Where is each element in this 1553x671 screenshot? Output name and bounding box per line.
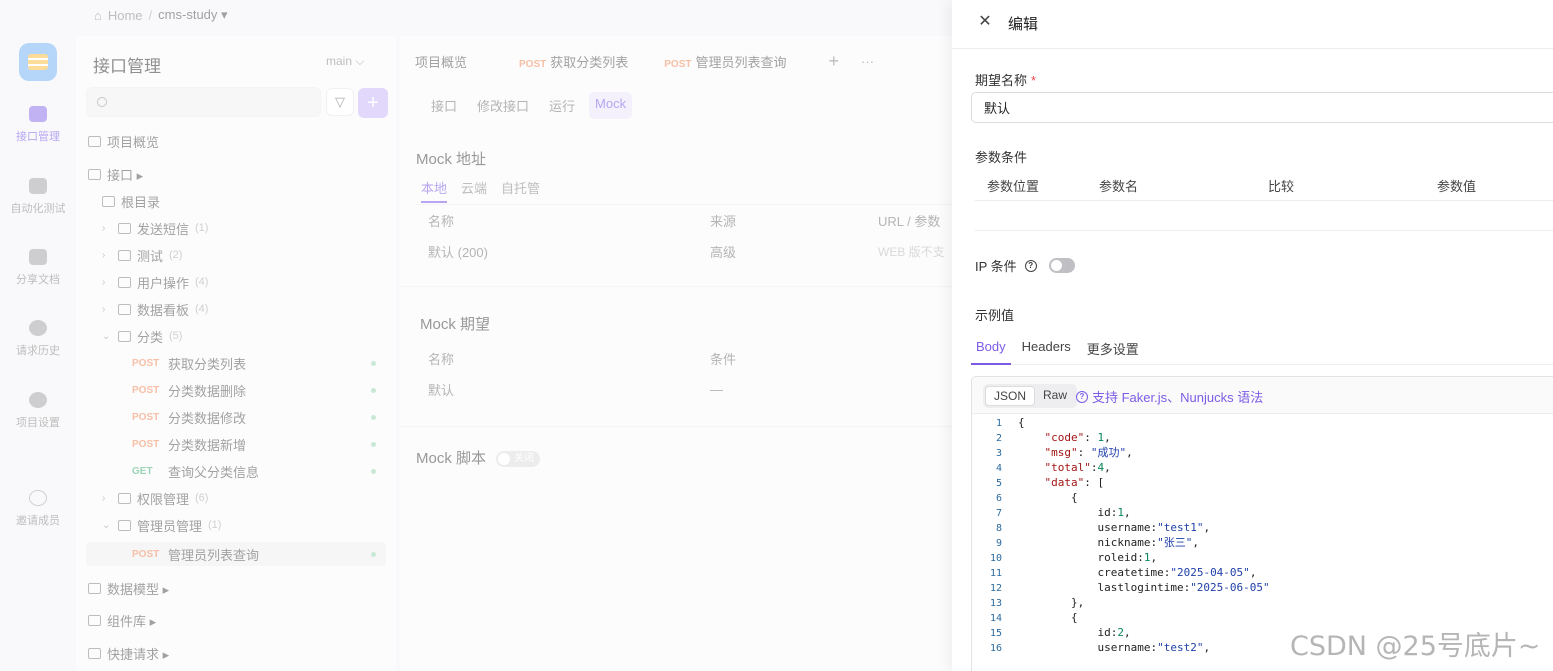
- code-line: 8 username:"test1",: [972, 520, 1553, 535]
- line-number: 10: [989, 553, 1002, 564]
- line-number: 5: [995, 478, 1002, 489]
- code-line: 3 "msg": "成功",: [972, 445, 1553, 460]
- line-number: 8: [995, 523, 1002, 534]
- format-json[interactable]: JSON: [985, 386, 1036, 406]
- code-text: {: [1018, 491, 1078, 504]
- expectation-name-label: 期望名称 *: [975, 73, 1037, 88]
- param-conditions-label: 参数条件: [975, 150, 1028, 165]
- col-param-name: 参数名: [1099, 179, 1139, 194]
- code-text: },: [1018, 596, 1085, 609]
- line-number: 14: [989, 613, 1002, 624]
- line-number: 16: [989, 643, 1002, 654]
- help-icon: ?: [1076, 390, 1088, 403]
- code-line: 9 nickname:"张三",: [972, 535, 1553, 550]
- code-line: 7 id:1,: [972, 505, 1553, 520]
- edit-drawer: ✕ 编辑 期望名称* 参数条件 参数位置 参数名 比较 参数值 IP 条件 ? …: [952, 0, 1553, 671]
- code-text: nickname:"张三",: [1018, 536, 1199, 549]
- line-number: 7: [995, 508, 1002, 519]
- tab-body[interactable]: Body: [971, 336, 1011, 365]
- help-icon[interactable]: ?: [1024, 259, 1037, 272]
- expectation-name-input[interactable]: [971, 92, 1553, 123]
- line-number: 1: [995, 418, 1002, 429]
- code-text: "data": [: [1044, 476, 1105, 489]
- drawer-header: ✕ 编辑: [952, 0, 1553, 49]
- code-text: username:"test2",: [1018, 641, 1211, 654]
- col-compare: 比较: [1268, 179, 1295, 194]
- code-text: "code": 1,: [1044, 431, 1111, 444]
- code-text: {: [1018, 611, 1078, 624]
- col-param-value: 参数值: [1437, 179, 1477, 194]
- format-switch: JSON Raw: [983, 384, 1078, 408]
- code-line: 10 roleid:1,: [972, 550, 1553, 565]
- code-text: id:1,: [1018, 506, 1131, 519]
- code-line: 11 createtime:"2025-04-05",: [972, 565, 1553, 580]
- drawer-title: 编辑: [1008, 16, 1039, 33]
- line-number: 12: [989, 583, 1002, 594]
- code-line: 1{: [972, 415, 1553, 430]
- code-line: 13 },: [972, 595, 1553, 610]
- faker-syntax-text: 支持 Faker.js、Nunjucks 语法: [1092, 390, 1264, 405]
- param-conditions-table: 参数位置 参数名 比较 参数值: [975, 167, 1553, 201]
- format-raw[interactable]: Raw: [1035, 386, 1075, 406]
- line-number: 3: [995, 448, 1002, 459]
- line-number: 13: [989, 598, 1002, 609]
- ip-condition-row: IP 条件 ?: [975, 256, 1075, 275]
- example-tabs: Body Headers 更多设置: [971, 336, 1553, 365]
- faker-syntax-link[interactable]: ? 支持 Faker.js、Nunjucks 语法: [1076, 387, 1263, 406]
- code-text: id:2,: [1018, 626, 1131, 639]
- code-text: "msg": "成功",: [1044, 446, 1133, 459]
- col-param-location: 参数位置: [987, 179, 1040, 194]
- divider: [975, 230, 1553, 231]
- ip-condition-toggle[interactable]: [1048, 258, 1075, 273]
- code-text: username:"test1",: [1018, 521, 1211, 534]
- code-text: "total":4,: [1044, 461, 1111, 474]
- tab-more-settings[interactable]: 更多设置: [1082, 336, 1144, 364]
- tab-headers[interactable]: Headers: [1017, 336, 1076, 364]
- code-text: {: [1018, 416, 1025, 429]
- code-line: 4 "total":4,: [972, 460, 1553, 475]
- line-number: 2: [995, 433, 1002, 444]
- line-number: 11: [989, 568, 1002, 579]
- line-number: 4: [995, 463, 1002, 474]
- code-line: 6 {: [972, 490, 1553, 505]
- line-number: 9: [995, 538, 1002, 549]
- editor-toolbar: JSON Raw ? 支持 Faker.js、Nunjucks 语法: [972, 377, 1553, 414]
- ip-condition-label: IP 条件: [975, 259, 1017, 274]
- code-text: lastlogintime:"2025-06-05": [1018, 581, 1270, 594]
- code-line: 2 "code": 1,: [972, 430, 1553, 445]
- code-text: roleid:1,: [1018, 551, 1158, 564]
- code-text: createtime:"2025-04-05",: [1018, 566, 1257, 579]
- required-mark: *: [1031, 73, 1037, 88]
- close-icon[interactable]: ✕: [976, 11, 994, 33]
- code-line: 12 lastlogintime:"2025-06-05": [972, 580, 1553, 595]
- line-number: 6: [995, 493, 1002, 504]
- example-value-label: 示例值: [975, 308, 1015, 323]
- line-number: 15: [989, 628, 1002, 639]
- code-line: 14 {: [972, 610, 1553, 625]
- code-lines: 1{2 "code": 1, 3 "msg": "成功", 4 "total":4,…: [972, 415, 1553, 655]
- code-line: 5 "data": [: [972, 475, 1553, 490]
- watermark: CSDN @25号底片~: [1290, 631, 1541, 662]
